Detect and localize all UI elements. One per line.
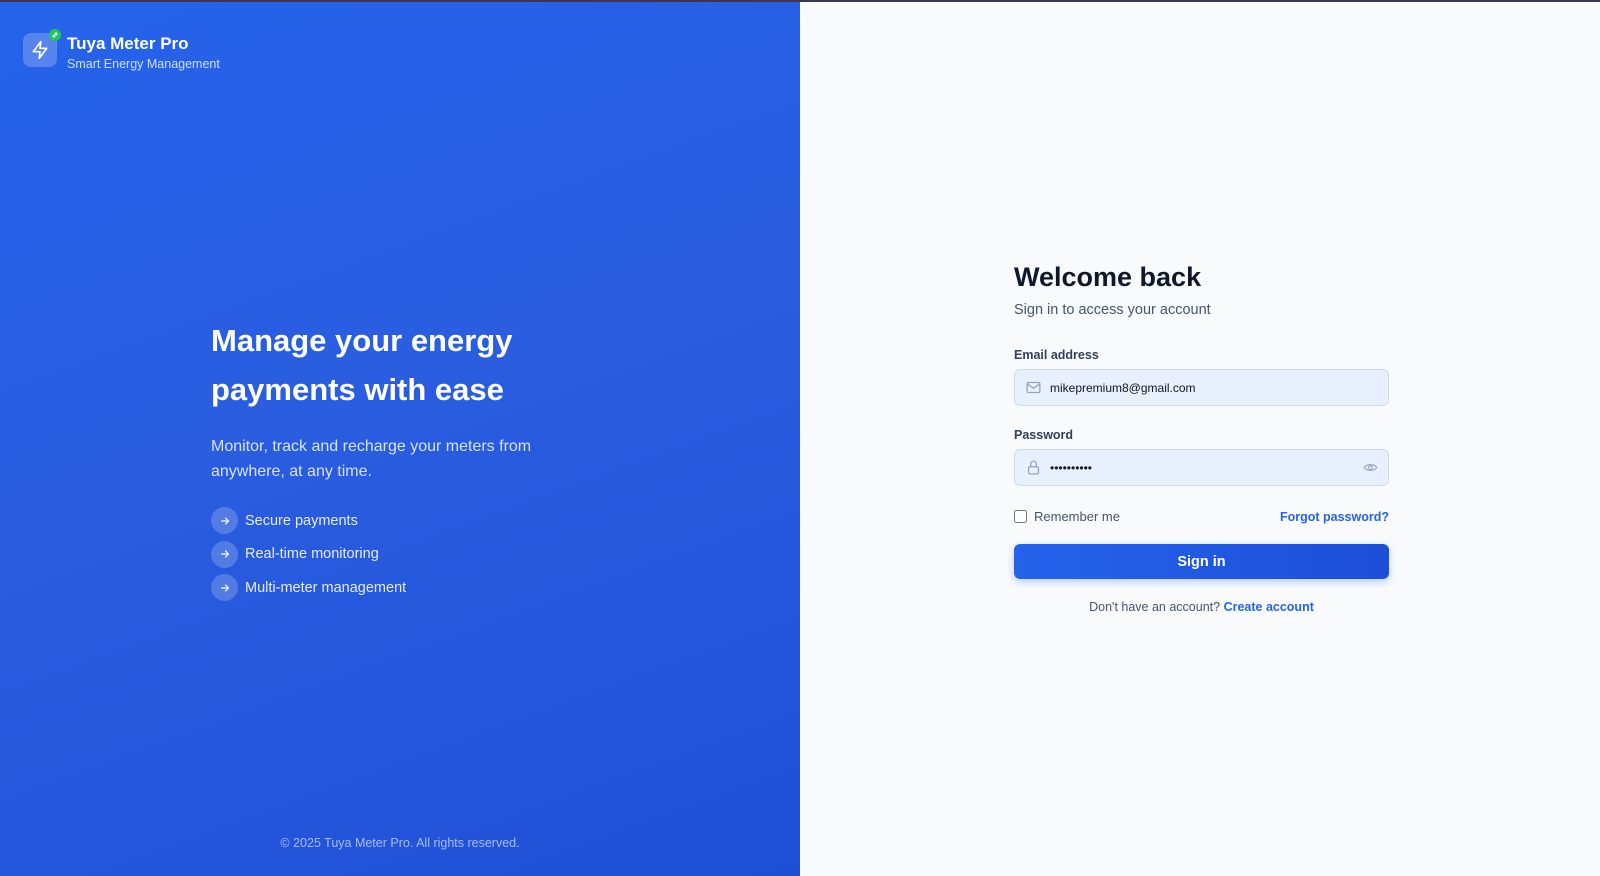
feature-label: Real-time monitoring xyxy=(245,546,379,563)
hero-headline: Manage your energy payments with ease xyxy=(211,323,513,407)
remember-me[interactable]: Remember me xyxy=(1014,509,1120,524)
feature-item: Secure payments xyxy=(211,504,611,538)
sign-in-button[interactable]: Sign in xyxy=(1014,544,1389,579)
signup-row: Don't have an account? Create account xyxy=(1014,600,1389,614)
feature-label: Multi-meter management xyxy=(245,579,407,596)
brand-subtitle: Smart Energy Management xyxy=(67,57,220,71)
login-panel: Welcome back Sign in to access your acco… xyxy=(800,2,1600,876)
login-form: Welcome back Sign in to access your acco… xyxy=(1014,260,1389,614)
email-input[interactable] xyxy=(1050,380,1378,395)
link-icon xyxy=(49,29,61,41)
remember-checkbox[interactable] xyxy=(1014,510,1027,523)
forgot-password-link[interactable]: Forgot password? xyxy=(1280,510,1389,524)
arrow-right-icon xyxy=(211,507,238,535)
login-subtitle: Sign in to access your account xyxy=(1014,302,1211,318)
hero-description: Monitor, track and recharge your meters … xyxy=(211,438,532,480)
arrow-right-icon xyxy=(211,574,238,602)
eye-icon[interactable] xyxy=(1363,460,1378,475)
password-field[interactable] xyxy=(1014,449,1389,486)
arrow-right-icon xyxy=(211,540,238,568)
options-row: Remember me Forgot password? xyxy=(1014,509,1389,524)
brand-logo xyxy=(23,29,61,67)
hero-panel: Tuya Meter Pro Smart Energy Management M… xyxy=(0,2,800,876)
login-title: Welcome back xyxy=(1014,262,1202,292)
mail-icon xyxy=(1026,381,1041,394)
lock-icon xyxy=(1027,460,1040,475)
feature-item: Multi-meter management xyxy=(211,571,611,605)
copyright-text: © 2025 Tuya Meter Pro. All rights reserv… xyxy=(280,836,520,850)
signup-prompt: Don't have an account? xyxy=(1089,600,1221,614)
email-field[interactable] xyxy=(1014,369,1389,406)
password-label: Password xyxy=(1014,428,1074,442)
feature-label: Secure payments xyxy=(245,512,358,529)
feature-item: Real-time monitoring xyxy=(211,538,611,572)
remember-label: Remember me xyxy=(1034,509,1120,524)
feature-list: Secure payments Real-time monitoring Mul… xyxy=(211,504,611,605)
lightning-bolt-icon xyxy=(32,40,48,60)
password-input[interactable] xyxy=(1050,460,1355,475)
create-account-link[interactable]: Create account xyxy=(1224,600,1314,614)
brand: Tuya Meter Pro Smart Energy Management xyxy=(23,29,220,71)
brand-title: Tuya Meter Pro xyxy=(67,34,189,53)
hero-content: Manage your energy payments with ease Mo… xyxy=(211,316,611,605)
email-label: Email address xyxy=(1014,348,1099,362)
